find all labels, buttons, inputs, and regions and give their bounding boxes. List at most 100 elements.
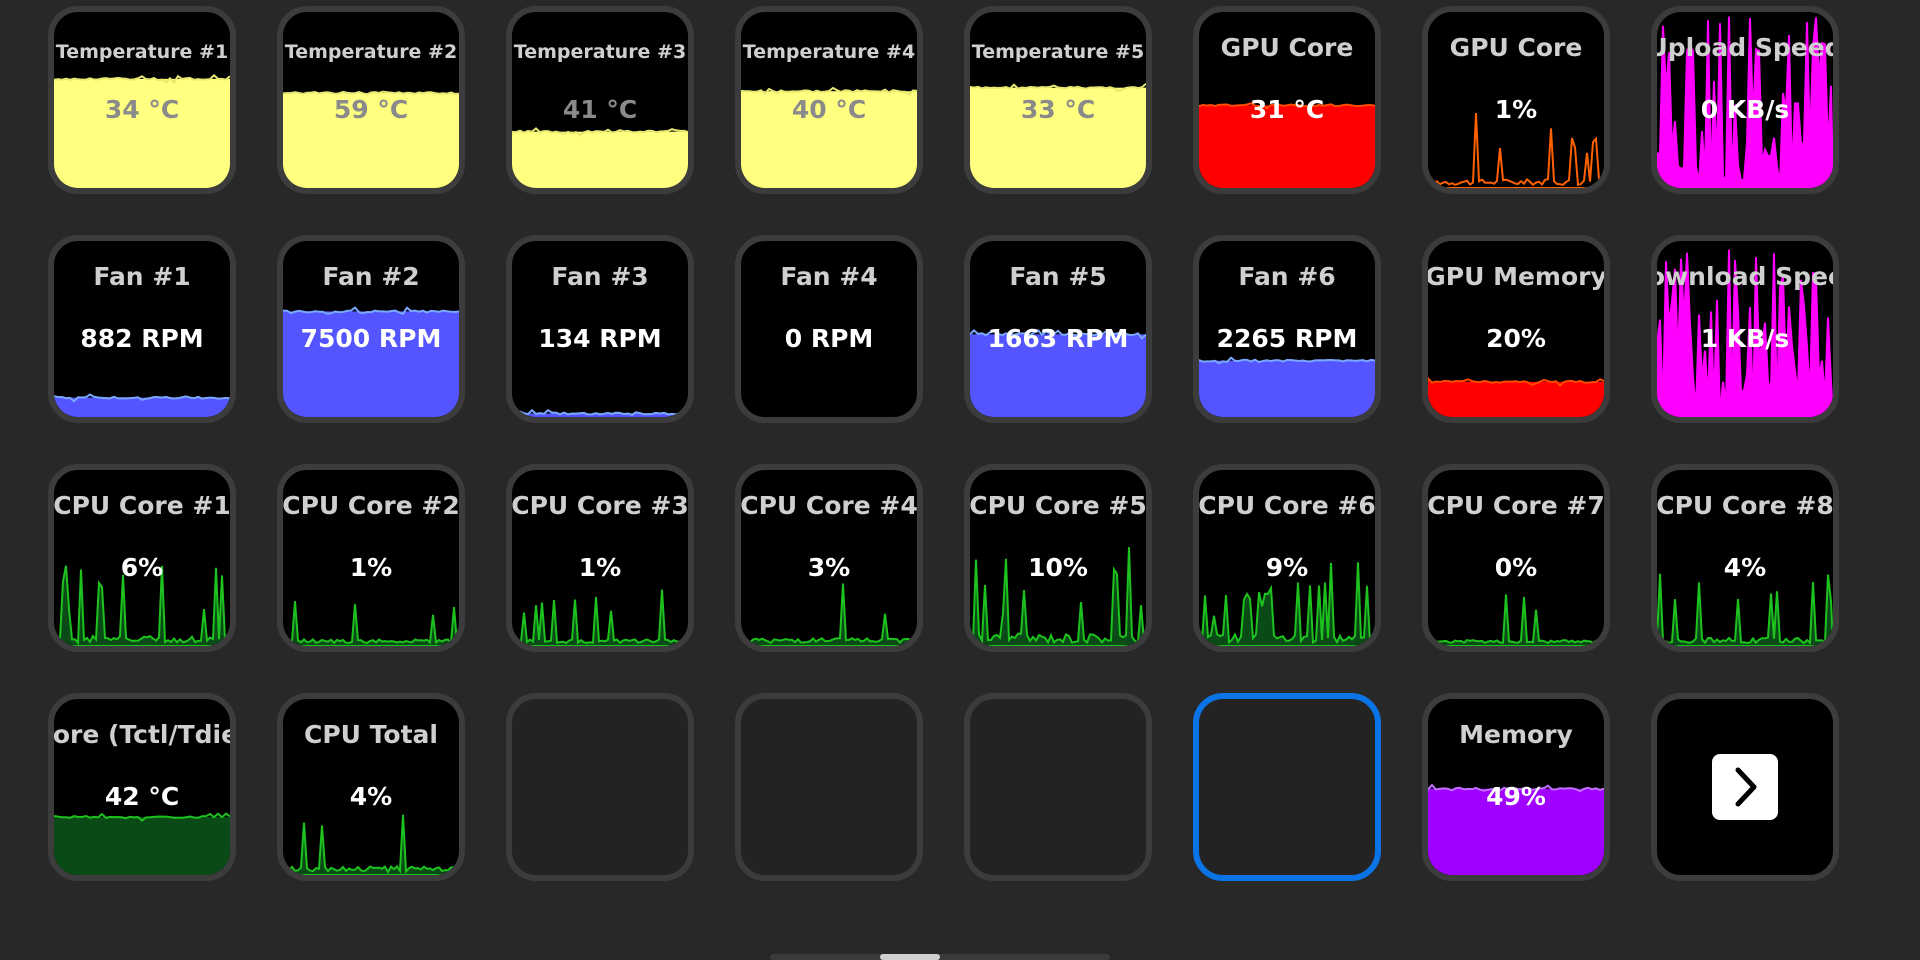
key-fan-2[interactable]: Fan #2 7500 RPM	[277, 235, 465, 423]
key-temperature-1[interactable]: Temperature #1 34 °C	[48, 6, 236, 194]
key-value: 1%	[349, 553, 393, 582]
key-title: Fan #6	[1238, 262, 1336, 291]
scrollbar-thumb[interactable]	[880, 954, 940, 960]
key-title: GPU Core	[1449, 33, 1583, 62]
empty-key-selected[interactable]	[1193, 693, 1381, 881]
level-fill	[1199, 360, 1375, 417]
key-title: Temperature #3	[513, 41, 687, 63]
key-value: 7500 RPM	[300, 324, 442, 353]
key-value: 6%	[120, 553, 164, 582]
graph-area	[283, 814, 459, 875]
widget-grid: Temperature #1 34 °C Temperature #2 59 °C Te…	[0, 0, 1920, 960]
level-line	[512, 408, 688, 416]
key-cpu-core-8[interactable]: CPU Core #8 4%	[1651, 464, 1839, 652]
key-value: 34 °C	[104, 95, 180, 124]
key-value: 1%	[578, 553, 622, 582]
key-value: 882 RPM	[80, 324, 204, 353]
key-gpu-core[interactable]: GPU Core 31 °C	[1193, 6, 1381, 194]
key-title: CPU Core #4	[740, 491, 918, 520]
graph-area	[1657, 573, 1833, 646]
level-fill	[54, 816, 230, 875]
key-value: 4%	[1723, 553, 1767, 582]
key-value: 20%	[1486, 324, 1546, 353]
level-fill	[512, 131, 688, 188]
key-cpu-core-3[interactable]: CPU Core #3 1%	[506, 464, 694, 652]
key-title: Fan #2	[322, 262, 420, 291]
key-title: Download Speed	[1657, 262, 1833, 291]
key-value: 0 RPM	[784, 324, 874, 353]
key-title: Temperature #4	[742, 41, 916, 63]
key-cpu-core-4[interactable]: CPU Core #4 3%	[735, 464, 923, 652]
chevron-right-icon	[1735, 767, 1757, 807]
key-title: GPU Memory	[1425, 262, 1607, 291]
page-scrollbar[interactable]	[770, 954, 1110, 960]
key-title: Fan #4	[780, 262, 878, 291]
key-title: CPU Core #5	[969, 491, 1147, 520]
key-value: 1663 RPM	[987, 324, 1129, 353]
key-value: 59 °C	[333, 95, 409, 124]
key-gpu-core[interactable]: GPU Core 1%	[1422, 6, 1610, 194]
empty-key[interactable]	[964, 693, 1152, 881]
key-title: Fan #3	[551, 262, 649, 291]
key-cpu-core-6[interactable]: CPU Core #6 9%	[1193, 464, 1381, 652]
key-value: 134 RPM	[538, 324, 662, 353]
key-value: 2265 RPM	[1216, 324, 1358, 353]
key-cpu-core-5[interactable]: CPU Core #5 10%	[964, 464, 1152, 652]
key-upload-speed[interactable]: Upload Speed 0 KB/s	[1651, 6, 1839, 194]
key-title: CPU Core #6	[1198, 491, 1376, 520]
next-page-key[interactable]	[1651, 693, 1839, 881]
graph-area	[283, 601, 459, 646]
key-core-tctl-tdie[interactable]: Core (Tctl/Tdie) 42 °C	[48, 693, 236, 881]
key-value: 41 °C	[562, 95, 638, 124]
key-value: 1%	[1494, 95, 1538, 124]
key-title: CPU Core #2	[282, 491, 460, 520]
key-cpu-total[interactable]: CPU Total 4%	[277, 693, 465, 881]
key-fan-6[interactable]: Fan #6 2265 RPM	[1193, 235, 1381, 423]
key-title: Core (Tctl/Tdie)	[52, 720, 236, 749]
key-value: 1 KB/s	[1700, 324, 1790, 353]
key-title: Fan #1	[93, 262, 191, 291]
key-value: 49%	[1486, 782, 1546, 811]
key-title: CPU Core #7	[1427, 491, 1605, 520]
key-title: CPU Total	[304, 720, 438, 749]
key-download-speed[interactable]: Download Speed 1 KB/s	[1651, 235, 1839, 423]
graph-area	[1428, 594, 1604, 646]
key-temperature-4[interactable]: Temperature #4 40 °C	[735, 6, 923, 194]
graph-area	[741, 583, 917, 646]
key-fan-1[interactable]: Fan #1 882 RPM	[48, 235, 236, 423]
key-value: 9%	[1265, 553, 1309, 582]
next-page-button[interactable]	[1712, 754, 1778, 820]
key-value: 3%	[807, 553, 851, 582]
key-value: 4%	[349, 782, 393, 811]
empty-key[interactable]	[506, 693, 694, 881]
key-title: Memory	[1459, 720, 1573, 749]
key-cpu-core-2[interactable]: CPU Core #2 1%	[277, 464, 465, 652]
graph-area	[512, 589, 688, 646]
key-memory[interactable]: Memory 49%	[1422, 693, 1610, 881]
key-value: 33 °C	[1020, 95, 1096, 124]
key-value: 31 °C	[1249, 95, 1325, 124]
key-value: 0%	[1494, 553, 1538, 582]
key-fan-5[interactable]: Fan #5 1663 RPM	[964, 235, 1152, 423]
level-fill	[1428, 381, 1604, 417]
key-title: CPU Core #3	[511, 491, 689, 520]
key-value: 10%	[1028, 553, 1088, 582]
key-cpu-core-1[interactable]: CPU Core #1 6%	[48, 464, 236, 652]
key-title: CPU Core #1	[53, 491, 231, 520]
empty-key[interactable]	[735, 693, 923, 881]
key-value: 0 KB/s	[1700, 95, 1790, 124]
key-cpu-core-7[interactable]: CPU Core #7 0%	[1422, 464, 1610, 652]
key-gpu-memory[interactable]: GPU Memory 20%	[1422, 235, 1610, 423]
key-value: 40 °C	[791, 95, 867, 124]
key-temperature-3[interactable]: Temperature #3 41 °C	[506, 6, 694, 194]
key-title: Fan #5	[1009, 262, 1107, 291]
key-temperature-2[interactable]: Temperature #2 59 °C	[277, 6, 465, 194]
key-title: CPU Core #8	[1656, 491, 1834, 520]
key-value: 42 °C	[104, 782, 180, 811]
key-title: Temperature #1	[55, 41, 229, 63]
key-temperature-5[interactable]: Temperature #5 33 °C	[964, 6, 1152, 194]
key-fan-3[interactable]: Fan #3 134 RPM	[506, 235, 694, 423]
key-title: Temperature #2	[284, 41, 458, 63]
key-title: GPU Core	[1220, 33, 1354, 62]
key-fan-4[interactable]: Fan #4 0 RPM	[735, 235, 923, 423]
